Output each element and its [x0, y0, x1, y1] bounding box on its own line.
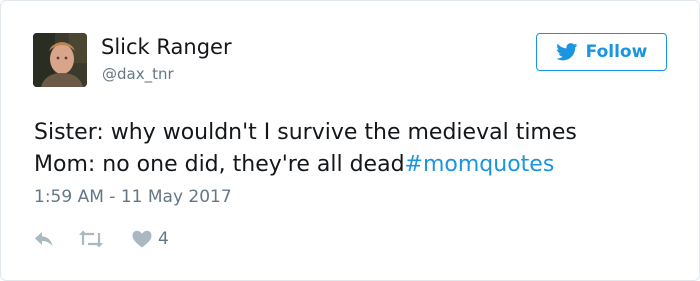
twitter-bird-icon: [555, 43, 578, 61]
like-count: 4: [158, 229, 169, 249]
avatar-photo: [33, 33, 87, 87]
display-name[interactable]: Slick Ranger: [101, 35, 232, 59]
heart-icon: [132, 230, 152, 248]
retweet-icon: [79, 230, 103, 248]
tweet-timestamp[interactable]: 1:59 AM - 11 May 2017: [34, 187, 232, 207]
reply-button[interactable]: [34, 231, 54, 247]
follow-label: Follow: [585, 42, 648, 62]
tweet-text: Sister: why wouldn't I survive the medie…: [34, 117, 577, 181]
tweet-card: Slick Ranger @dax_tnr Follow Sister: why…: [0, 0, 700, 281]
retweet-button[interactable]: [78, 230, 104, 248]
reply-icon: [35, 232, 53, 246]
tweet-line-2: Mom: no one did, they're all dead#momquo…: [34, 149, 577, 181]
tweet-actions: 4: [34, 227, 169, 251]
avatar[interactable]: [33, 33, 87, 87]
user-handle[interactable]: @dax_tnr: [102, 65, 174, 83]
tweet-line-1: Sister: why wouldn't I survive the medie…: [34, 120, 577, 145]
follow-button[interactable]: Follow: [536, 33, 667, 71]
like-button[interactable]: 4: [132, 229, 169, 249]
tweet-line-2-text: Mom: no one did, they're all dead: [34, 152, 405, 177]
hashtag-link[interactable]: #momquotes: [405, 152, 555, 177]
